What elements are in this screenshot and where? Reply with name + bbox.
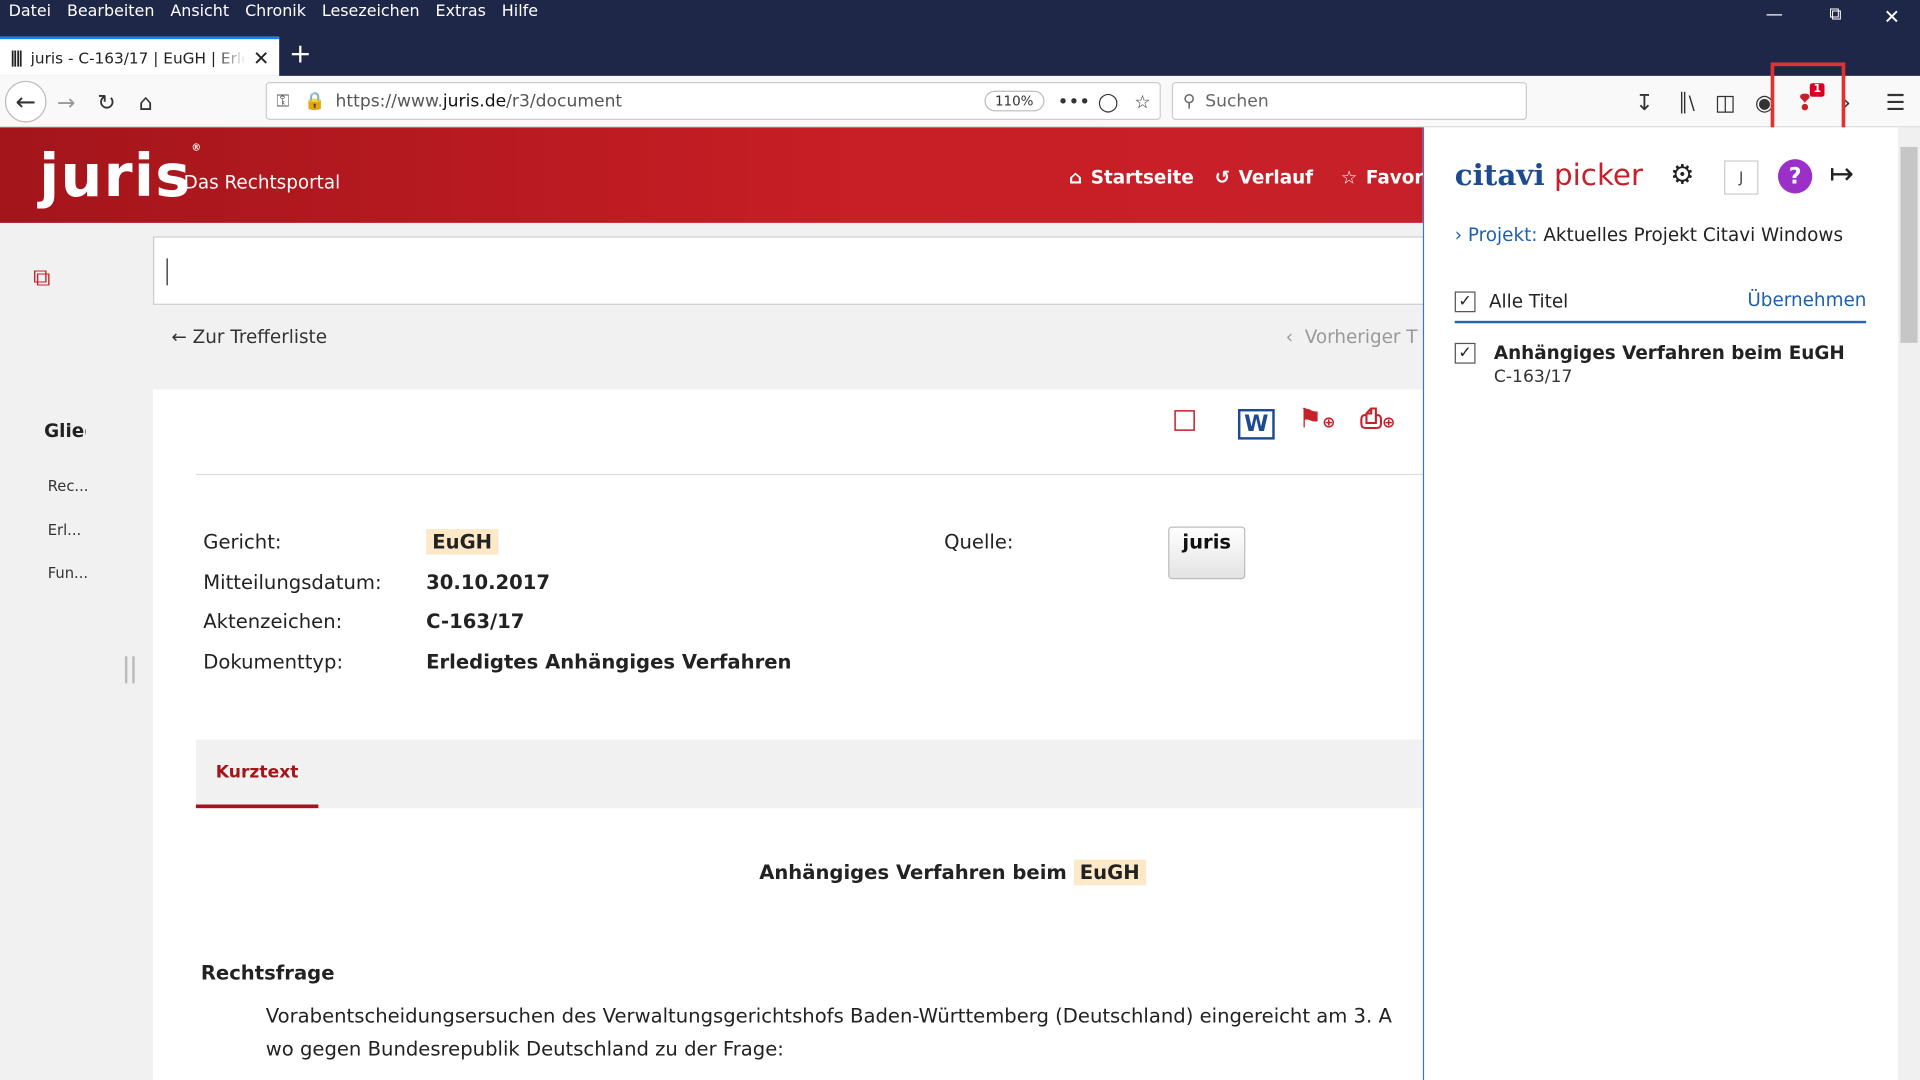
previous-hit-link[interactable]: ‹ Vorheriger T (1286, 326, 1418, 348)
reload-icon[interactable]: ↻ (89, 86, 123, 120)
label-mitteilungsdatum: Mitteilungsdatum: (203, 570, 382, 594)
divider (195, 473, 1423, 476)
select-all-label: Alle Titel (1488, 290, 1569, 313)
menu-lesezeichen[interactable]: Lesezeichen (313, 0, 427, 24)
item-title: Anhängiges Verfahren beim EuGH (1493, 341, 1845, 364)
select-all-checkbox[interactable]: ✓ (1454, 291, 1476, 313)
pocket-icon[interactable]: ◯ (1091, 90, 1125, 112)
download-icon[interactable]: ↧ (1627, 86, 1661, 120)
tab-title: juris - C-163/17 | EuGH | Erledigtes Anh… (30, 48, 246, 67)
document-card (153, 389, 1427, 1080)
value-dokumenttyp: Erledigtes Anhängiges Verfahren (426, 650, 792, 674)
menu-datei[interactable]: Datei (0, 0, 58, 24)
arrow-left-icon: ← (171, 325, 187, 348)
document-title: Anhängiges Verfahren beim EuGH (759, 859, 1146, 886)
star-icon: ☆ (1340, 166, 1358, 189)
close-tab-icon[interactable]: ✕ (253, 46, 269, 69)
outline-link-erledigung[interactable]: Erl... (48, 522, 81, 539)
back-to-results-link[interactable]: ← Zur Trefferliste (171, 326, 327, 348)
juris-logo[interactable]: juris® (39, 142, 202, 211)
search-placeholder: Suchen (1205, 91, 1269, 111)
menu-chronik[interactable]: Chronik (237, 0, 314, 24)
print-add-icon[interactable]: ⎙⊕ (1360, 404, 1395, 435)
word-icon[interactable]: W (1237, 408, 1275, 440)
divider (1454, 320, 1867, 324)
value-aktenzeichen: C-163/17 (426, 609, 525, 634)
juris-search-input[interactable] (153, 236, 1433, 305)
item-checkbox[interactable]: ✓ (1454, 342, 1476, 364)
citavi-picker-panel (1422, 127, 1898, 1080)
home-icon[interactable]: ⌂ (129, 86, 163, 120)
zoom-indicator[interactable]: 110% (983, 90, 1045, 112)
search-input[interactable]: ⚲ Suchen (1171, 82, 1527, 121)
scrollbar-thumb[interactable] (1900, 146, 1918, 343)
chevron-right-icon: › (1454, 224, 1463, 247)
outline-link-fundstelle[interactable]: Fun... (48, 564, 88, 581)
library-icon[interactable]: ║\ (1669, 86, 1703, 120)
menu-extras[interactable]: Extras (427, 0, 493, 24)
section-heading-rechtsfrage: Rechtsfrage (200, 961, 335, 985)
text-caret (166, 258, 168, 286)
pdf-icon[interactable]: □ (1172, 404, 1197, 435)
project-selector[interactable]: › Projekt: Aktuelles Projekt Citavi Wind… (1455, 224, 1843, 246)
highlight-frame (1770, 62, 1846, 136)
menu-ansicht[interactable]: Ansicht (162, 0, 237, 24)
outline-link-rechtsfrage[interactable]: Rec... (48, 478, 89, 495)
back-arrow-icon[interactable]: ← (4, 80, 47, 123)
outline-heading: Gliederung (44, 420, 86, 443)
label-dokumenttyp: Dokumenttyp: (203, 650, 344, 674)
citavi-picker-logo: citavi picker (1454, 156, 1644, 193)
apply-button[interactable]: Übernehmen (1747, 289, 1866, 311)
resize-handle[interactable] (124, 656, 135, 684)
value-mitteilungsdatum: 30.10.2017 (426, 570, 551, 594)
juris-favicon-icon: ‖‖ (9, 48, 23, 67)
item-subtitle: C-163/17 (1493, 367, 1573, 387)
nav-favoriten[interactable]: ☆ Favor (1341, 167, 1424, 189)
value-gericht: EuGH (426, 528, 499, 555)
user-button[interactable]: J (1724, 160, 1759, 195)
hamburger-menu-icon[interactable]: ☰ (1878, 86, 1912, 120)
nav-verlauf[interactable]: ↺ Verlauf (1215, 167, 1313, 189)
bookmark-add-icon[interactable]: ⚑⊕ (1298, 404, 1336, 435)
url-text[interactable]: https://www.juris.de/r3/document (331, 91, 984, 111)
restore-button[interactable]: ⧉ (1817, 5, 1854, 25)
close-panel-icon[interactable]: ↦ (1829, 157, 1854, 191)
juris-tagline: Das Rechtsportal (183, 171, 341, 194)
sidebar-toggle-icon[interactable]: ◫ (1708, 86, 1742, 120)
close-window-button[interactable]: ✕ (1873, 5, 1910, 28)
bookmark-star-icon[interactable]: ☆ (1125, 90, 1159, 112)
label-aktenzeichen: Aktenzeichen: (203, 609, 343, 634)
gear-icon[interactable]: ⚙ (1670, 160, 1694, 191)
url-bar[interactable]: ⚿ 🔒 https://www.juris.de/r3/document 110… (265, 82, 1161, 121)
chevron-left-icon: ‹ (1285, 325, 1294, 348)
label-gericht: Gericht: (203, 530, 282, 554)
shield-icon[interactable]: ⚿ (267, 91, 299, 111)
paragraph-line-1: Vorabentscheidungsersuchen des Verwaltun… (265, 1004, 1392, 1028)
search-icon: ⚲ (1182, 91, 1196, 111)
lock-icon[interactable]: 🔒 (299, 91, 331, 111)
menu-bar: Datei Bearbeiten Ansicht Chronik Lesezei… (0, 0, 545, 24)
outline-toggle-icon[interactable]: ⧉ (33, 262, 50, 291)
more-actions-icon[interactable]: ••• (1057, 90, 1091, 112)
home-icon: ⌂ (1068, 166, 1083, 189)
label-quelle: Quelle: (944, 530, 1014, 554)
help-icon[interactable]: ? (1777, 159, 1813, 194)
paragraph-line-2: wo gegen Bundesrepublik Deutschland zu d… (265, 1037, 784, 1061)
new-tab-icon[interactable]: + (289, 39, 312, 70)
history-icon: ↺ (1214, 166, 1231, 189)
menu-bearbeiten[interactable]: Bearbeiten (58, 0, 161, 24)
minimize-button[interactable]: — (1756, 5, 1793, 25)
tab-kurztext[interactable]: Kurztext (195, 740, 319, 809)
menu-hilfe[interactable]: Hilfe (493, 0, 545, 24)
nav-startseite[interactable]: ⌂ Startseite (1069, 167, 1194, 189)
document-tab-strip (195, 739, 1423, 809)
forward-arrow-icon[interactable]: → (49, 86, 83, 120)
quelle-juris-logo: juris (1168, 526, 1246, 580)
browser-tab[interactable]: ‖‖ juris - C-163/17 | EuGH | Erledigtes … (0, 36, 280, 76)
